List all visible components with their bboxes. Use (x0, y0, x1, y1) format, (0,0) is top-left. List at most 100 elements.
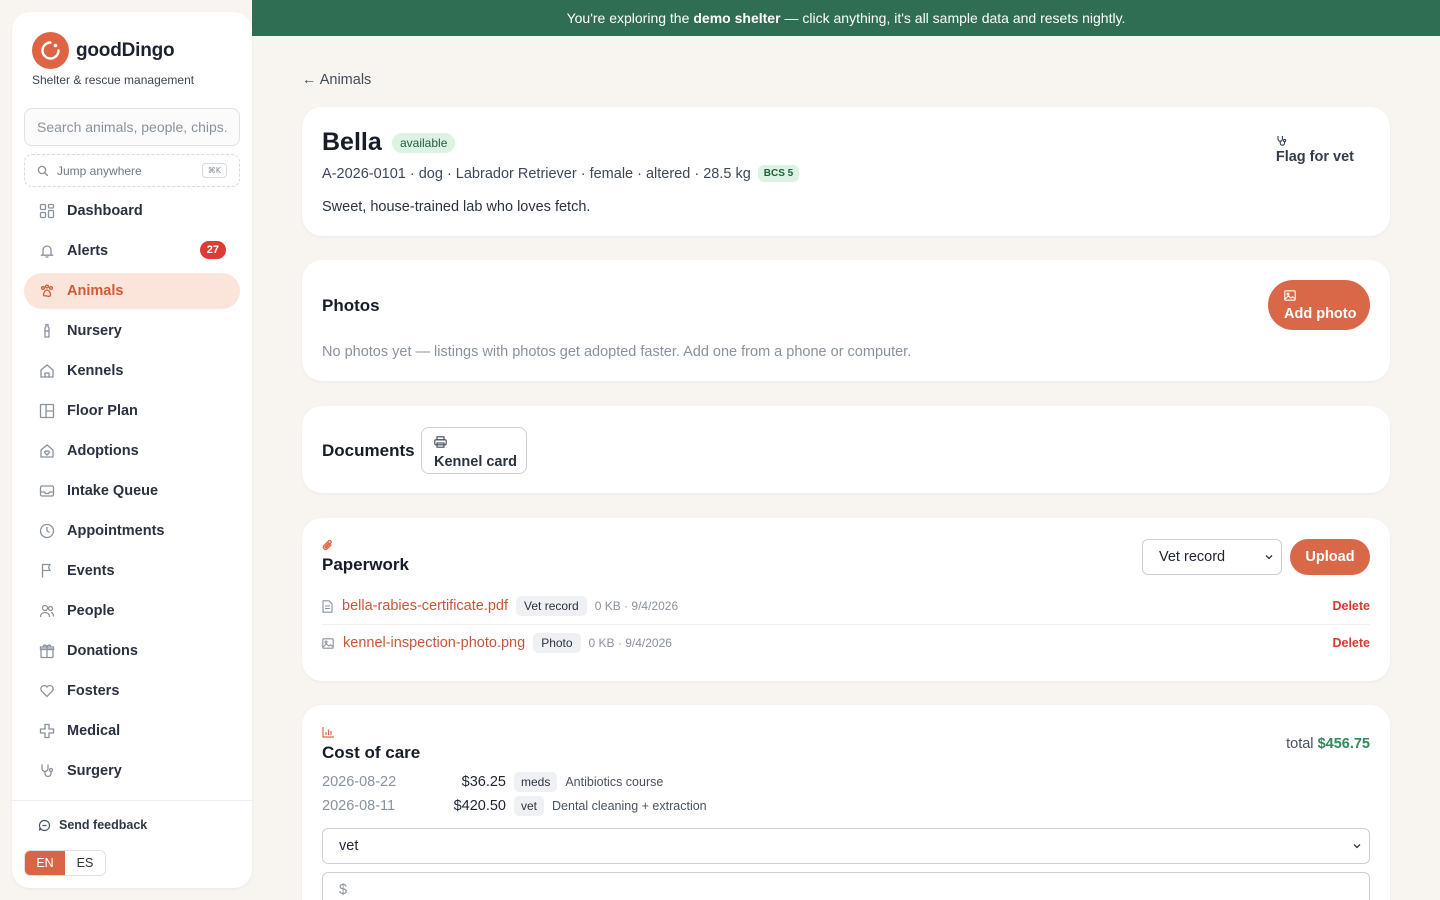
sidebar-item-label: Appointments (67, 523, 165, 539)
search-input[interactable] (24, 108, 240, 146)
photos-title: Photos (322, 296, 380, 315)
sidebar-item-dashboard[interactable]: Dashboard (24, 193, 240, 229)
chevron-down-icon (1353, 844, 1361, 849)
cost-category-tag: vet (514, 796, 545, 816)
shortcut-hint: ⌘K (201, 163, 227, 178)
brand-name: goodDingo (76, 39, 175, 61)
dashboard-icon (38, 202, 56, 220)
jump-label: Jump anywhere (57, 163, 142, 178)
cost-date: 2026-08-22 (322, 774, 397, 790)
sidebar-item-kennels[interactable]: Kennels (24, 353, 240, 389)
sidebar-item-label: Intake Queue (67, 483, 159, 499)
image-icon (322, 637, 334, 649)
bcs-badge: BCS 5 (757, 165, 800, 182)
sidebar-item-label: Donations (67, 643, 138, 659)
brand[interactable]: goodDingo (32, 32, 175, 69)
flag-for-vet-label: Flag for vet (1275, 149, 1354, 165)
photos-empty-message: No photos yet — listings with photos get… (322, 344, 912, 360)
people-icon (38, 602, 56, 620)
sidebar-item-label: Kennels (67, 363, 124, 379)
cost-date: 2026-08-11 (322, 798, 396, 814)
paperwork-title: Paperwork (322, 555, 409, 574)
sidebar-item-people[interactable]: People (24, 593, 240, 629)
document-type-select[interactable]: Vet record (1142, 539, 1282, 575)
sidebar-item-label: Events (67, 563, 115, 579)
cost-row: 2026-08-22 $36.25 meds Antibiotics cours… (322, 772, 663, 792)
flag-icon (38, 562, 56, 580)
sidebar-item-events[interactable]: Events (24, 553, 240, 589)
sidebar-item-fosters[interactable]: Fosters (24, 673, 240, 709)
sidebar-item-label: Nursery (67, 323, 122, 339)
delete-file-button[interactable]: Delete (1332, 599, 1370, 613)
jump-anywhere-button[interactable]: Jump anywhere ⌘K (24, 154, 240, 187)
sidebar-item-label: Surgery (67, 763, 122, 779)
inbox-icon (38, 482, 56, 500)
file-meta: 0 KB · 9/4/2026 (588, 636, 672, 650)
house-icon (38, 362, 56, 380)
cost-of-care-card: Cost of care total $456.75 2026-08-22 $3… (302, 705, 1390, 900)
kennel-card-button[interactable]: Kennel card (421, 427, 527, 474)
documents-title: Documents (322, 441, 415, 460)
sidebar-item-medical[interactable]: Medical (24, 713, 240, 749)
sidebar-item-label: Alerts (67, 243, 109, 259)
sidebar-item-floor-plan[interactable]: Floor Plan (24, 393, 240, 429)
sidebar-item-alerts[interactable]: Alerts 27 (24, 233, 240, 269)
document-icon (322, 599, 333, 613)
heart-icon (38, 682, 56, 700)
cost-total-value: $456.75 (1317, 736, 1370, 752)
send-feedback-button[interactable]: Send feedback (38, 818, 147, 832)
printer-icon (434, 436, 447, 448)
delete-file-button[interactable]: Delete (1332, 636, 1370, 650)
banner-text-pre: You're exploring the (566, 10, 690, 26)
documents-card: Documents Kennel card (302, 406, 1390, 493)
sidebar-item-label: Fosters (67, 683, 120, 699)
image-icon (1284, 290, 1296, 301)
sidebar-item-nursery[interactable]: Nursery (24, 313, 240, 349)
cost-row: 2026-08-11 $420.50 vet Dental cleaning +… (322, 796, 707, 816)
file-type-tag: Vet record (516, 596, 587, 616)
alerts-count-badge: 27 (199, 241, 226, 259)
sidebar-item-intake-queue[interactable]: Intake Queue (24, 473, 240, 509)
demo-banner: You're exploring the demo shelter — clic… (252, 0, 1440, 36)
cost-category-select[interactable]: vet (322, 828, 1370, 864)
file-link[interactable]: kennel-inspection-photo.png (343, 635, 525, 651)
language-switcher: EN ES (24, 850, 106, 876)
sidebar-item-label: Dashboard (67, 203, 143, 219)
kennel-card-label: Kennel card (434, 454, 517, 470)
add-photo-button[interactable]: Add photo (1268, 280, 1370, 330)
sidebar: goodDingo Shelter & rescue management Ju… (12, 12, 252, 888)
clock-icon (38, 522, 56, 540)
brand-tagline: Shelter & rescue management (32, 73, 195, 87)
send-feedback-label: Send feedback (59, 818, 148, 832)
file-meta: 0 KB · 9/4/2026 (594, 599, 679, 613)
gift-icon (38, 642, 56, 660)
upload-button[interactable]: Upload (1290, 539, 1370, 575)
file-row: bella-rabies-certificate.pdf Vet record … (322, 588, 1370, 624)
stethoscope-icon (38, 762, 56, 780)
animal-description: Sweet, house-trained lab who loves fetch… (322, 199, 591, 215)
animal-name: Bella (322, 128, 382, 156)
file-link[interactable]: bella-rabies-certificate.pdf (342, 598, 508, 614)
sidebar-item-surgery[interactable]: Surgery (24, 753, 240, 789)
flag-for-vet-button[interactable]: Flag for vet (1276, 135, 1354, 165)
cost-amount: $36.25 (461, 774, 506, 790)
cost-category-value: vet (339, 838, 359, 854)
sidebar-item-animals[interactable]: Animals (24, 273, 240, 309)
cross-icon (38, 722, 56, 740)
cost-amount-input[interactable] (322, 872, 1370, 900)
cost-amount: $420.50 (453, 798, 506, 814)
paperclip-icon (322, 539, 332, 551)
animal-header-card: Bella available A-2026-0101 · dog · Labr… (302, 107, 1390, 236)
status-badge: available (392, 133, 456, 153)
back-to-animals-link[interactable]: ← Animals (302, 72, 371, 88)
lang-es-button[interactable]: ES (65, 851, 105, 875)
sidebar-item-label: People (67, 603, 115, 619)
cost-description: Antibiotics course (565, 775, 664, 789)
file-type-tag: Photo (533, 633, 581, 653)
sidebar-item-donations[interactable]: Donations (24, 633, 240, 669)
sidebar-item-adoptions[interactable]: Adoptions (24, 433, 240, 469)
sidebar-item-appointments[interactable]: Appointments (24, 513, 240, 549)
lang-en-button[interactable]: EN (25, 851, 65, 875)
cost-total-label: total (1286, 736, 1314, 752)
cost-of-care-title: Cost of care (322, 743, 421, 762)
